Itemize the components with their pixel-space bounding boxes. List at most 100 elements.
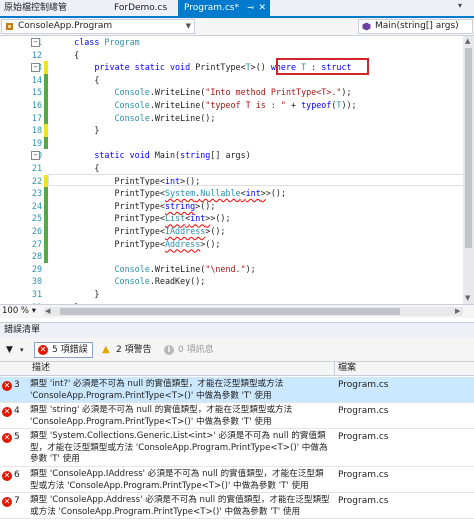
scroll-up-icon[interactable]: ▲ (465, 37, 470, 45)
code-line: 28 (0, 250, 474, 263)
line-number: 17 (31, 112, 42, 123)
scroll-right-icon[interactable]: ▶ (455, 307, 460, 315)
code-line: 16 Console.WriteLine("typeof T is : " + … (0, 99, 474, 112)
change-marker (44, 225, 48, 238)
code-line: 15 Console.WriteLine("Into method PrintT… (0, 86, 474, 99)
change-marker (44, 212, 48, 225)
line-number: 22 (31, 175, 42, 186)
type-dropdown[interactable]: ConsoleApp.Program ▼ (1, 19, 195, 34)
column-header-file[interactable]: 檔案 (338, 362, 356, 375)
line-number: 27 (31, 238, 42, 249)
error-file: Program.cs (338, 380, 389, 390)
tab-label: 原始檔控制總管 (4, 3, 68, 13)
change-marker (44, 99, 48, 112)
line-number: 15 (31, 87, 42, 98)
error-icon: ✕ (38, 345, 48, 355)
messages-count-label: 0 項訊息 (178, 345, 214, 355)
line-number: 24 (31, 200, 42, 211)
filter-dropdown-icon[interactable]: ▾ (20, 343, 24, 357)
column-header-description[interactable]: 描述 (32, 362, 50, 375)
warnings-filter-button[interactable]: ▲ 2 項警告 (100, 343, 152, 357)
errors-filter-button[interactable]: ✕ 5 項錯誤 (34, 342, 93, 358)
horizontal-scroll-thumb[interactable] (60, 308, 400, 315)
code-line: 30 Console.ReadKey(); (0, 275, 474, 288)
code-text: PrintType<List<int>>(); (54, 213, 231, 224)
method-icon (362, 22, 371, 31)
code-text: Console.WriteLine(); (114, 112, 216, 123)
code-text: class Program (54, 37, 140, 47)
code-line: 31 } (0, 288, 474, 301)
code-line: 25 PrintType<List<int>>(); (0, 212, 474, 225)
tab-label: ForDemo.cs (114, 3, 168, 13)
panel-title: 錯誤清單 (4, 325, 41, 335)
code-line: 18 } (0, 124, 474, 137)
zoom-level[interactable]: 100 % ▾ (2, 306, 36, 317)
error-list-toolbar: ▼ ▾ ✕ 5 項錯誤 ▲ 2 項警告 i 0 項訊息 (0, 338, 474, 362)
type-dropdown-value: ConsoleApp.Program (18, 21, 113, 31)
member-dropdown[interactable]: Main(string[] args) (358, 19, 473, 34)
chevron-down-icon[interactable]: ▾ (458, 1, 462, 10)
tab-program-cs[interactable]: Program.cs* ⊸ ✕ (178, 0, 270, 16)
code-text: Console.ReadKey(); (114, 276, 206, 287)
code-line: 27 PrintType<Address>(); (0, 237, 474, 251)
code-line: 19 (0, 136, 474, 150)
code-line: 17 Console.WriteLine(); (0, 111, 474, 125)
error-row[interactable]: ✕ 3 類型 'int?' 必須是不可為 null 的實值類型，才能在泛型類型或… (0, 377, 474, 403)
vertical-scroll-thumb[interactable] (465, 48, 472, 248)
error-row[interactable]: ✕ 4 類型 'string' 必須是不可為 null 的實值類型，才能在泛型類… (0, 403, 474, 429)
editor-bottom-bar: 100 % ▾ ◀ ▶ (0, 304, 474, 318)
error-row[interactable]: ✕ 5 類型 'System.Collections.Generic.List<… (0, 429, 474, 467)
code-line: 23 PrintType<System.Nullable<int>>(); (0, 187, 474, 200)
collapse-icon[interactable]: − (31, 38, 40, 47)
code-text: } (54, 289, 100, 299)
line-number: 28 (31, 251, 42, 262)
code-text: Console.WriteLine("\nend."); (114, 263, 256, 274)
error-icon: ✕ (2, 407, 12, 417)
line-number: 14 (31, 74, 42, 85)
error-icon: ✕ (2, 381, 12, 391)
change-marker (44, 187, 48, 200)
change-marker (44, 73, 48, 87)
error-row[interactable]: ✕ 6 類型 'ConsoleApp.IAddress' 必須是不可為 null… (0, 467, 474, 493)
code-text: PrintType<Address>(); (54, 238, 221, 249)
code-line: 14 { (0, 73, 474, 87)
code-text: PrintType<string>(); (54, 200, 216, 211)
zoom-value: 100 % (2, 306, 30, 316)
current-line-indicator (48, 173, 468, 187)
error-row[interactable]: ✕ 7 類型 'ConsoleApp.Address' 必須是不可為 null … (0, 493, 474, 519)
annotation-highlight-box (276, 58, 369, 75)
filter-icon[interactable]: ▼ (6, 343, 13, 357)
scroll-left-icon[interactable]: ◀ (45, 307, 50, 315)
messages-filter-button[interactable]: i 0 項訊息 (162, 343, 214, 357)
line-number: 19 (31, 137, 42, 148)
error-description: 類型 'System.Collections.Generic.List<int>… (30, 431, 328, 464)
tab-label: Program.cs* (184, 3, 239, 13)
warnings-count-label: 2 項警告 (116, 345, 152, 355)
info-icon: i (164, 345, 174, 355)
change-marker (44, 111, 48, 125)
error-code: 5 (14, 432, 20, 442)
error-description: 類型 'string' 必須是不可為 null 的實值類型，才能在泛型類型或方法… (30, 405, 293, 427)
code-text: Console.WriteLine("typeof T is : " + typ… (114, 100, 357, 110)
code-text: } (54, 125, 100, 136)
code-text: { (54, 74, 100, 85)
chevron-down-icon: ▼ (185, 22, 191, 30)
close-icon[interactable]: ✕ (258, 0, 266, 16)
line-number: 18 (31, 125, 42, 136)
column-divider[interactable] (334, 362, 335, 375)
pin-icon[interactable]: ⊸ (247, 0, 254, 16)
code-editor[interactable]: 11 − class Program 12 { 13 − private sta… (0, 36, 474, 304)
error-icon: ✕ (2, 497, 12, 507)
error-code: 4 (14, 406, 20, 416)
line-number: 23 (31, 188, 42, 199)
code-line: 11 − class Program (0, 36, 474, 49)
line-number: 25 (31, 213, 42, 224)
tab-source-control-explorer[interactable]: 原始檔控制總管 (0, 0, 96, 16)
scroll-down-icon[interactable]: ▼ (465, 294, 470, 302)
error-icon: ✕ (2, 471, 12, 481)
tab-fordemo[interactable]: ForDemo.cs (96, 0, 178, 16)
collapse-icon[interactable]: − (31, 151, 40, 161)
code-line: 13 − private static void PrintType<T>() … (0, 61, 474, 74)
error-code: 6 (14, 470, 20, 480)
collapse-icon[interactable]: − (31, 63, 40, 73)
